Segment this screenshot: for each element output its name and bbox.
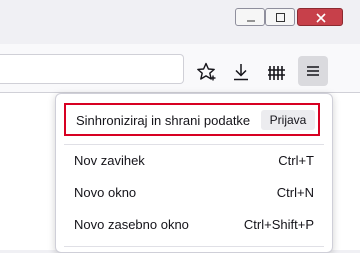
- downloads-button[interactable]: [230, 61, 252, 83]
- maximize-icon: [276, 13, 285, 22]
- library-icon: [268, 66, 285, 80]
- maximize-button[interactable]: [265, 8, 295, 26]
- new-window-menu-item[interactable]: Novo okno Ctrl+N: [56, 176, 332, 208]
- navigation-toolbar: [0, 44, 360, 93]
- address-bar[interactable]: [0, 54, 184, 84]
- download-icon: [234, 64, 248, 81]
- menu-item-label: Nov zavihek: [74, 153, 145, 168]
- minimize-button[interactable]: [235, 8, 265, 26]
- menu-item-shortcut: Ctrl+Shift+P: [243, 217, 314, 232]
- app-menu-button[interactable]: [298, 56, 328, 86]
- menu-item-shortcut: Ctrl+N: [276, 185, 314, 200]
- close-icon: [316, 13, 326, 23]
- menu-item-shortcut: Ctrl+T: [278, 153, 314, 168]
- new-tab-menu-item[interactable]: Nov zavihek Ctrl+T: [56, 144, 332, 176]
- title-bar: [0, 0, 360, 44]
- sync-label: Sinhroniziraj in shrani podatke: [76, 113, 251, 128]
- menu-separator: [64, 246, 324, 247]
- minimize-icon: [247, 20, 255, 22]
- menu-item-label: Novo zasebno okno: [74, 217, 189, 232]
- close-button[interactable]: [297, 8, 343, 26]
- library-button[interactable]: [266, 61, 288, 83]
- hamburger-menu-icon: [307, 66, 319, 76]
- sync-row[interactable]: Sinhroniziraj in shrani podatke Prijava: [64, 103, 320, 136]
- menu-item-label: Novo okno: [74, 185, 137, 200]
- new-private-window-menu-item[interactable]: Novo zasebno okno Ctrl+Shift+P: [56, 208, 332, 240]
- sign-in-button[interactable]: Prijava: [261, 110, 315, 130]
- bookmark-button[interactable]: [195, 61, 217, 83]
- bookmark-star-icon: [197, 62, 216, 81]
- app-menu-panel: Sinhroniziraj in shrani podatke Prijava …: [55, 93, 333, 253]
